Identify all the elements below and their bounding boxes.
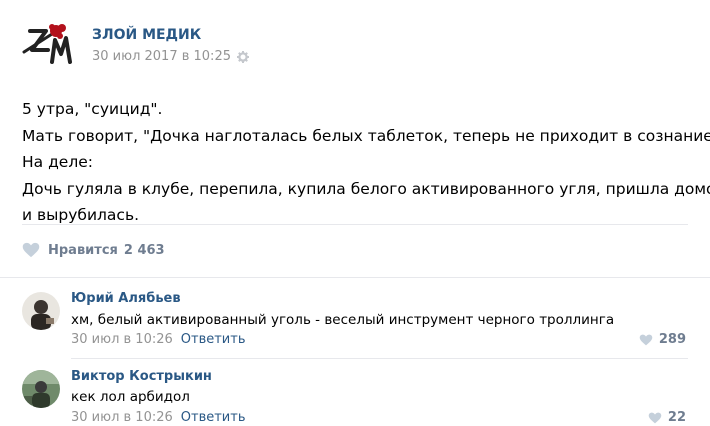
heart-icon [22, 242, 40, 258]
post-author[interactable]: ЗЛОЙ МЕДИК [92, 27, 201, 43]
like-label: Нравится [48, 242, 118, 258]
like-count: 2 463 [123, 242, 165, 258]
divider [22, 224, 688, 225]
comment-text: хм, белый активированный уголь - веселый… [71, 312, 615, 328]
divider [0, 277, 710, 278]
zm-logo-icon[interactable] [22, 22, 74, 70]
post-text-line: 5 утра, "суицид". [22, 100, 163, 118]
comment-date[interactable]: 30 июл в 10:26 [71, 332, 173, 347]
heart-icon [639, 334, 653, 345]
post-date-text[interactable]: 30 июл 2017 в 10:25 [92, 49, 231, 64]
reply-button[interactable]: Ответить [181, 332, 246, 347]
comment-text: кек лол арбидол [71, 389, 190, 405]
comment-author[interactable]: Виктор Кострыкин [71, 369, 212, 384]
comment-author[interactable]: Юрий Алябьев [71, 291, 181, 306]
post-text-line: На деле: [22, 153, 93, 171]
post-text-line: Мать говорит, "Дочка наглоталась белых т… [22, 126, 710, 145]
comment-like-button[interactable]: 289 [639, 332, 686, 347]
post-date[interactable]: 30 июл 2017 в 10:25 [92, 49, 249, 64]
comment-date[interactable]: 30 июл в 10:26 [71, 410, 173, 425]
comment-like-count: 22 [667, 410, 686, 425]
like-button[interactable]: Нравится 2 463 [22, 241, 165, 259]
heart-icon [648, 412, 662, 423]
comment-meta: 30 июл в 10:26 Ответить [71, 332, 246, 347]
divider [71, 358, 688, 359]
avatar[interactable] [22, 292, 60, 330]
avatar[interactable] [22, 370, 60, 408]
post-text: 5 утра, "суицид". Мать говорит, "Дочка н… [22, 96, 710, 229]
comment-like-button[interactable]: 22 [648, 410, 686, 425]
reply-button[interactable]: Ответить [181, 410, 246, 425]
comment-like-count: 289 [658, 332, 686, 347]
comment-meta: 30 июл в 10:26 Ответить [71, 410, 246, 425]
wall-post: ЗЛОЙ МЕДИК 30 июл 2017 в 10:25 5 утра, "… [0, 0, 710, 426]
gear-icon[interactable] [236, 50, 249, 63]
post-text-line: Дочь гуляла в клубе, перепила, купила бе… [22, 179, 710, 198]
